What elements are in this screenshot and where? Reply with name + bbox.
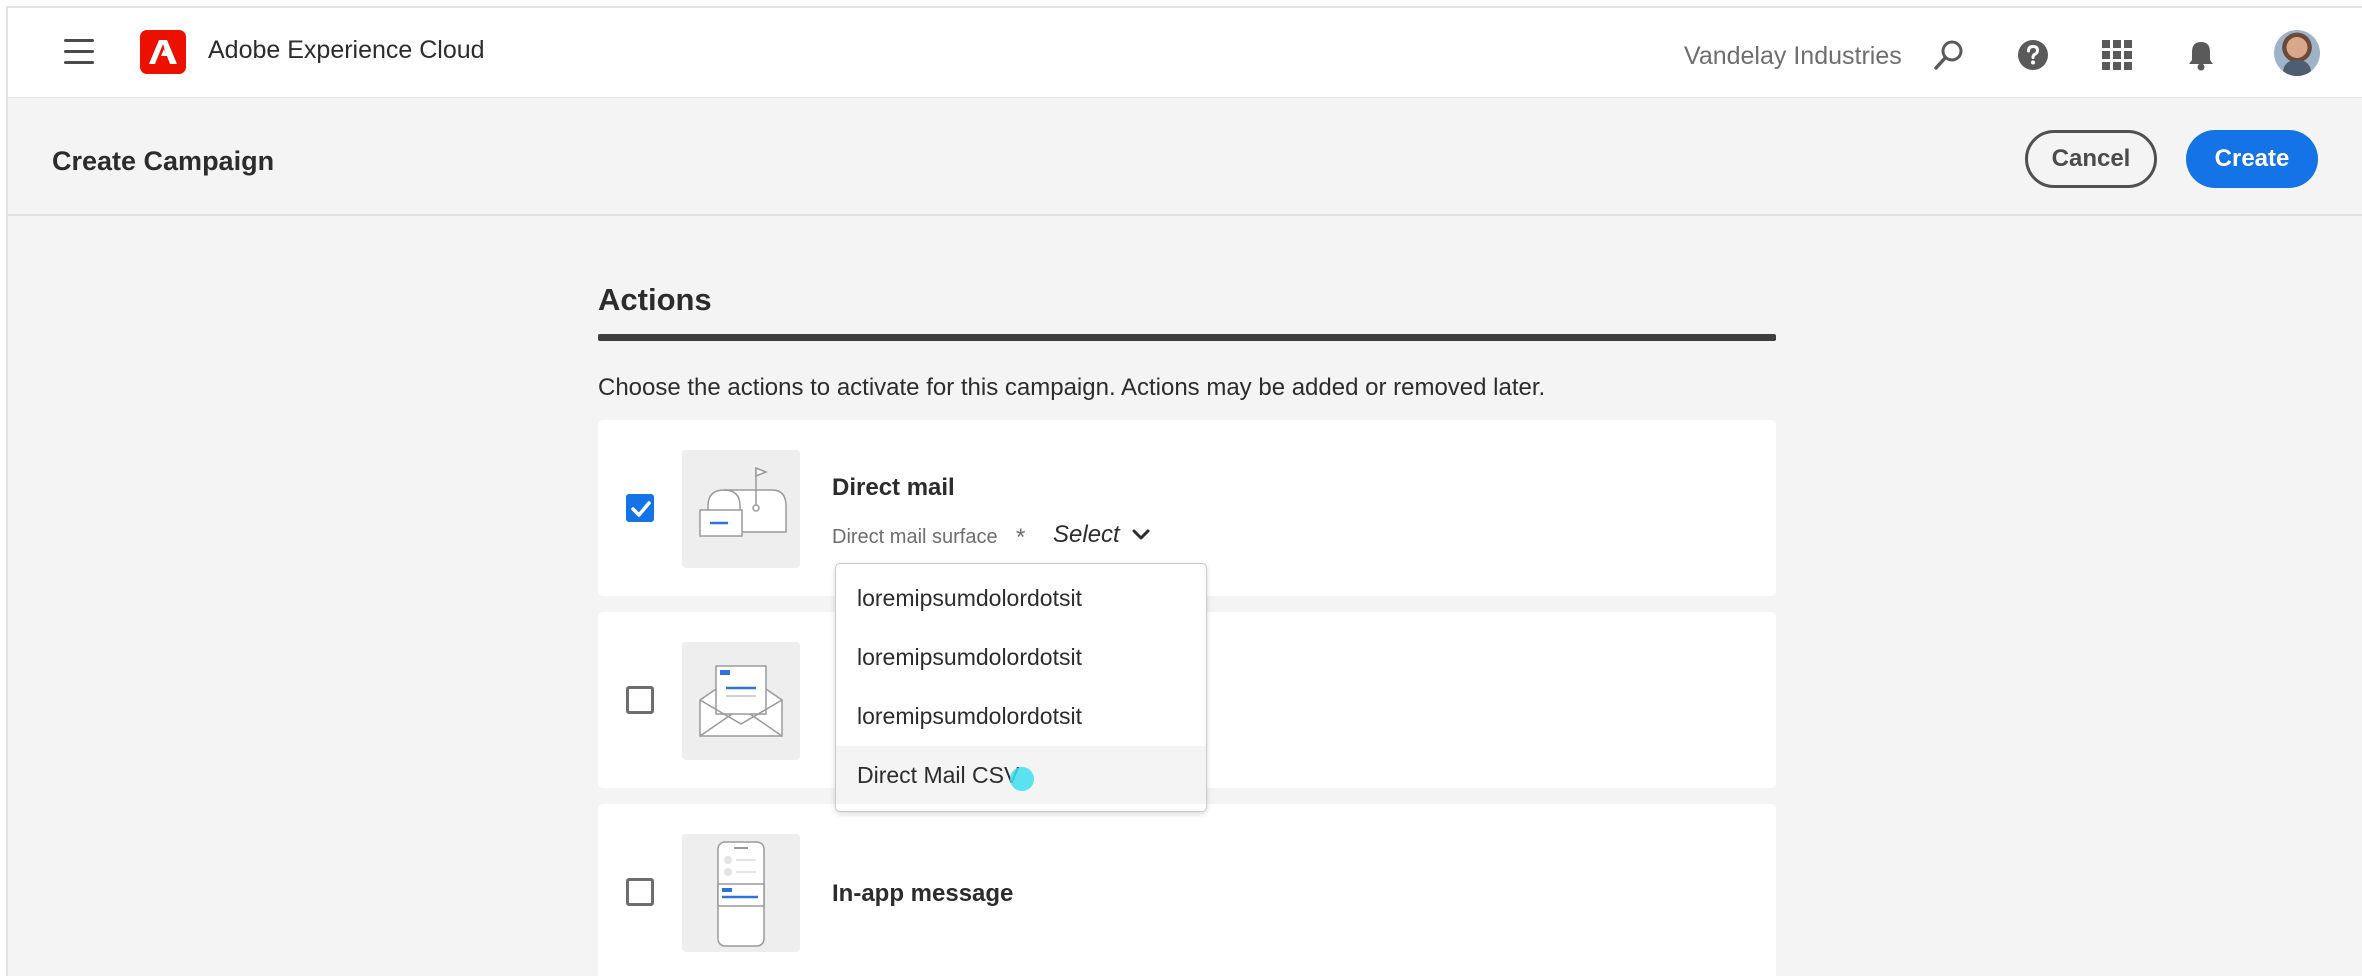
- menu-icon[interactable]: [64, 39, 94, 65]
- section-description: Choose the actions to activate for this …: [598, 374, 1546, 401]
- page-header: Create Campaign Cancel Create: [8, 98, 2362, 216]
- dropdown-option[interactable]: loremipsumdolordotsit: [836, 687, 1206, 745]
- app-title[interactable]: Adobe Experience Cloud: [208, 36, 485, 65]
- action-card-in-app-message: In-app message: [598, 804, 1776, 976]
- direct-mail-checkbox[interactable]: [626, 494, 654, 522]
- section-divider: [598, 334, 1776, 341]
- help-icon[interactable]: [2016, 38, 2050, 72]
- dropdown-option[interactable]: loremipsumdolordotsit: [836, 569, 1206, 627]
- card-title: Direct mail: [832, 474, 955, 501]
- direct-mail-surface-select[interactable]: Select: [1053, 521, 1150, 549]
- adobe-logo: [140, 30, 186, 74]
- org-switcher[interactable]: Vandelay Industries: [1684, 8, 1902, 104]
- create-button[interactable]: Create: [2186, 130, 2318, 188]
- search-icon[interactable]: [1932, 38, 1966, 72]
- direct-mail-surface-label: Direct mail surface: [832, 526, 998, 548]
- cancel-button[interactable]: Cancel: [2025, 130, 2157, 188]
- chevron-down-icon: [1132, 529, 1150, 540]
- envelope-icon: [682, 642, 800, 760]
- email-checkbox[interactable]: [626, 686, 654, 714]
- card-title: In-app message: [832, 880, 1014, 907]
- select-label: Select: [1053, 521, 1120, 548]
- in-app-message-checkbox[interactable]: [626, 878, 654, 906]
- mobile-phone-icon: [682, 834, 800, 952]
- section-title: Actions: [598, 282, 712, 317]
- global-nav: Adobe Experience Cloud Vandelay Industri…: [8, 8, 2362, 98]
- page-title: Create Campaign: [52, 146, 275, 176]
- bell-icon[interactable]: [2184, 38, 2218, 72]
- dropdown-option[interactable]: loremipsumdolordotsit: [836, 628, 1206, 686]
- avatar[interactable]: [2274, 30, 2320, 76]
- app-window: Adobe Experience Cloud Vandelay Industri…: [6, 6, 2362, 976]
- mailbox-icon: [682, 450, 800, 568]
- required-marker: *: [1016, 524, 1026, 551]
- pointer-cursor: [1010, 767, 1034, 791]
- apps-grid-icon[interactable]: [2100, 38, 2134, 72]
